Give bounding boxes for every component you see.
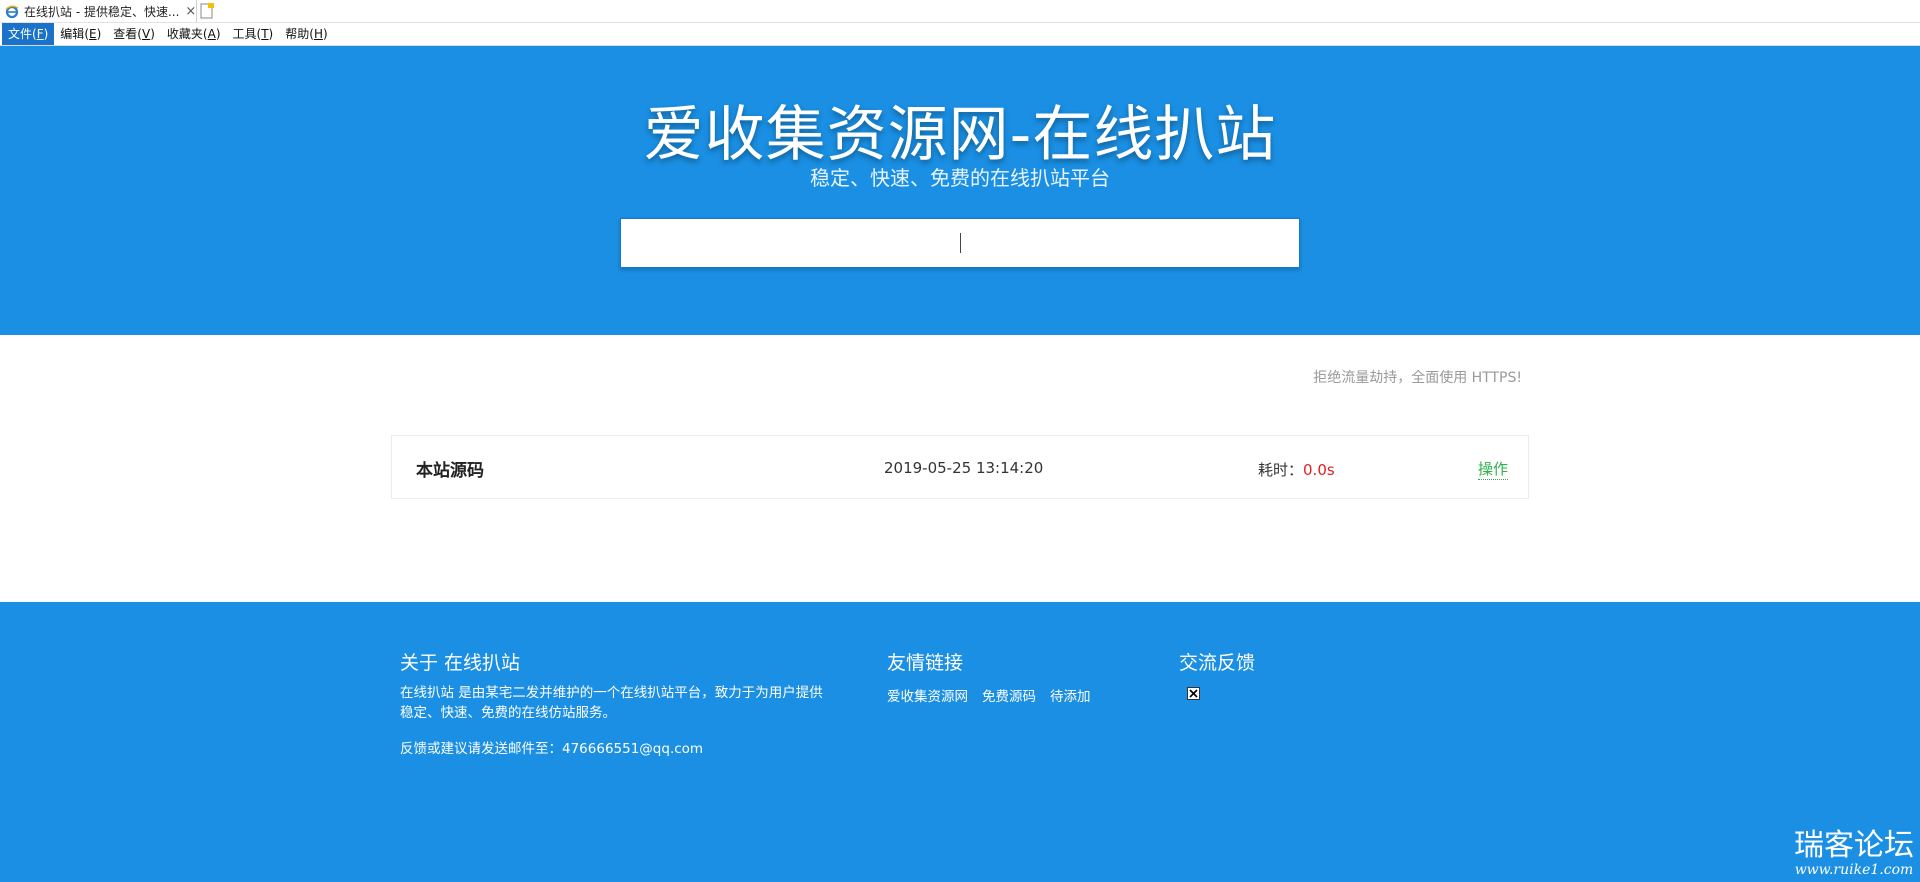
feedback-title: 交流反馈 bbox=[1179, 652, 1256, 674]
search-box[interactable] bbox=[620, 218, 1303, 269]
footer-about: 关于 在线扒站 在线扒站 是由某宅二发并维护的一个在线扒站平台，致力于为用户提供… bbox=[400, 648, 830, 759]
footer-feedback: 交流反馈 bbox=[1179, 648, 1255, 700]
cost-label: 耗时： bbox=[1258, 461, 1304, 479]
menu-edit[interactable]: 编辑(E) bbox=[54, 23, 107, 45]
site-subtitle: 稳定、快速、免费的在线扒站平台 bbox=[810, 166, 1110, 190]
menu-favorites[interactable]: 收藏夹(A) bbox=[161, 23, 227, 45]
search-input[interactable] bbox=[621, 219, 1303, 269]
menu-tools[interactable]: 工具(T) bbox=[227, 23, 280, 45]
https-notice: 拒绝流量劫持，全面使用 HTTPS! bbox=[1313, 370, 1522, 386]
links-list: 爱收集资源网 免费源码 待添加 bbox=[887, 685, 1091, 705]
hero-section: 爱收集资源网-在线扒站 稳定、快速、免费的在线扒站平台 bbox=[0, 46, 1920, 335]
footer-links: 友情链接 爱收集资源网 免费源码 待添加 bbox=[887, 648, 1091, 705]
menu-view[interactable]: 查看(V) bbox=[107, 23, 161, 45]
menu-help[interactable]: 帮助(H) bbox=[279, 23, 333, 45]
watermark-title: 瑞客论坛 bbox=[1794, 828, 1914, 863]
browser-tab[interactable]: 在线扒站 - 提供稳定、快速... × bbox=[0, 0, 197, 22]
friend-link[interactable]: 免费源码 bbox=[982, 685, 1036, 705]
action-link[interactable]: 操作 bbox=[1477, 458, 1508, 480]
browser-tab-bar: 在线扒站 - 提供稳定、快速... × bbox=[0, 0, 1920, 23]
about-mail: 反馈或建议请发送邮件至：476666551@qq.com bbox=[400, 741, 704, 757]
friend-link[interactable]: 爱收集资源网 bbox=[887, 685, 968, 705]
cost-value: 0.0s bbox=[1303, 461, 1335, 479]
links-title: 友情链接 bbox=[887, 652, 964, 674]
broken-image-icon[interactable] bbox=[1187, 687, 1200, 700]
close-icon[interactable]: × bbox=[185, 4, 196, 19]
friend-link[interactable]: 待添加 bbox=[1050, 685, 1091, 705]
record-row: 本站源码 2019-05-25 13:14:20 耗时：0.0s 操作 bbox=[391, 435, 1529, 499]
menu-file[interactable]: 文件(F) bbox=[2, 23, 55, 45]
footer: 关于 在线扒站 在线扒站 是由某宅二发并维护的一个在线扒站平台，致力于为用户提供… bbox=[0, 602, 1920, 882]
new-tab-icon[interactable] bbox=[198, 2, 216, 20]
record-name: 本站源码 bbox=[416, 461, 484, 481]
about-text: 在线扒站 是由某宅二发并维护的一个在线扒站平台，致力于为用户提供稳定、快速、免费… bbox=[400, 685, 823, 721]
record-time: 2019-05-25 13:14:20 bbox=[884, 459, 1044, 477]
tab-title: 在线扒站 - 提供稳定、快速... bbox=[24, 4, 180, 19]
ie-browser-icon bbox=[5, 4, 19, 19]
record-cost: 耗时：0.0s bbox=[1258, 459, 1335, 480]
watermark-url: www.ruike1.com bbox=[1794, 862, 1914, 878]
watermark: 瑞客论坛 www.ruike1.com bbox=[1794, 828, 1914, 879]
text-caret bbox=[960, 233, 961, 253]
menu-bar: 文件(F) 编辑(E) 查看(V) 收藏夹(A) 工具(T) 帮助(H) bbox=[0, 23, 1920, 46]
site-title: 爱收集资源网-在线扒站 bbox=[643, 100, 1277, 170]
about-title: 关于 在线扒站 bbox=[400, 652, 521, 674]
